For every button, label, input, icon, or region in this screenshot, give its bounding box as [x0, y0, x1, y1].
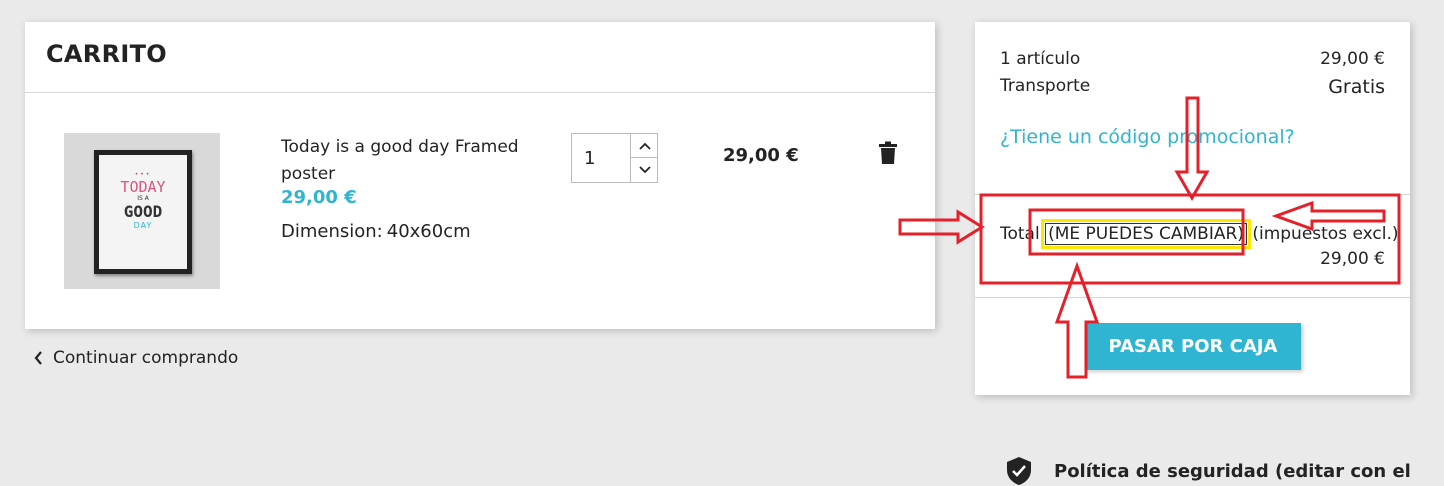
total-highlight-text: (ME PUEDES CAMBIAR) — [1041, 219, 1251, 249]
total-value: 29,00 € — [1320, 249, 1385, 269]
cart-divider — [25, 92, 935, 93]
summary-shipping-row: Transporte Gratis — [1000, 76, 1385, 98]
delete-item-button[interactable] — [878, 141, 898, 165]
poster-today-text: TODAY — [120, 178, 166, 196]
total-prefix: Total — [1000, 224, 1040, 244]
checkout-button[interactable]: PASAR POR CAJA — [1085, 323, 1301, 370]
continue-shopping-label: Continuar comprando — [53, 348, 239, 368]
cart-card: CARRITO ••• TODAY IS A GOOD DAY Today is… — [25, 22, 935, 329]
shipping-label: Transporte — [1000, 76, 1091, 96]
quantity-decrease-button[interactable] — [630, 158, 658, 182]
chevron-down-icon — [638, 166, 651, 174]
product-image[interactable]: ••• TODAY IS A GOOD DAY — [64, 133, 220, 289]
summary-divider — [975, 297, 1410, 298]
trash-icon — [879, 141, 897, 164]
product-dimension: Dimension: 40x60cm — [281, 221, 471, 242]
summary-items-row: 1 artículo 29,00 € — [1000, 49, 1385, 69]
quantity-increase-button[interactable] — [630, 134, 658, 158]
quantity-input[interactable] — [572, 134, 630, 182]
summary-divider — [975, 194, 1410, 195]
continue-shopping-link[interactable]: Continuar comprando — [34, 348, 238, 368]
poster-frame: ••• TODAY IS A GOOD DAY — [94, 150, 192, 274]
shield-check-icon — [1007, 457, 1031, 485]
total-suffix: (impuestos excl.) — [1252, 224, 1399, 244]
security-policy-label: Política de seguridad (editar con el — [1054, 460, 1411, 482]
quantity-stepper — [571, 133, 658, 183]
dimension-value: 40x60cm — [386, 221, 471, 242]
items-subtotal: 29,00 € — [1320, 49, 1385, 69]
cart-summary-card: 1 artículo 29,00 € Transporte Gratis ¿Ti… — [975, 22, 1410, 395]
chevron-up-icon — [638, 142, 651, 150]
cart-title: CARRITO — [46, 40, 167, 68]
chevron-left-icon — [34, 351, 42, 365]
poster-day-text: DAY — [133, 221, 153, 230]
line-total: 29,00 € — [723, 145, 799, 166]
dimension-label: Dimension: — [281, 221, 383, 242]
product-unit-price: 29,00 € — [281, 187, 357, 208]
security-policy-block: Política de seguridad (editar con el — [1005, 456, 1411, 486]
items-count-label: 1 artículo — [1000, 49, 1081, 69]
product-name-link[interactable]: Today is a good day Framed poster — [281, 134, 531, 188]
promo-code-link[interactable]: ¿Tiene un código promocional? — [1000, 126, 1295, 148]
poster-art: ••• TODAY IS A GOOD DAY — [99, 155, 187, 269]
total-label: Total (ME PUEDES CAMBIAR) (impuestos exc… — [1000, 219, 1399, 249]
shipping-value: Gratis — [1328, 76, 1385, 98]
poster-good-text: GOOD — [123, 202, 163, 221]
